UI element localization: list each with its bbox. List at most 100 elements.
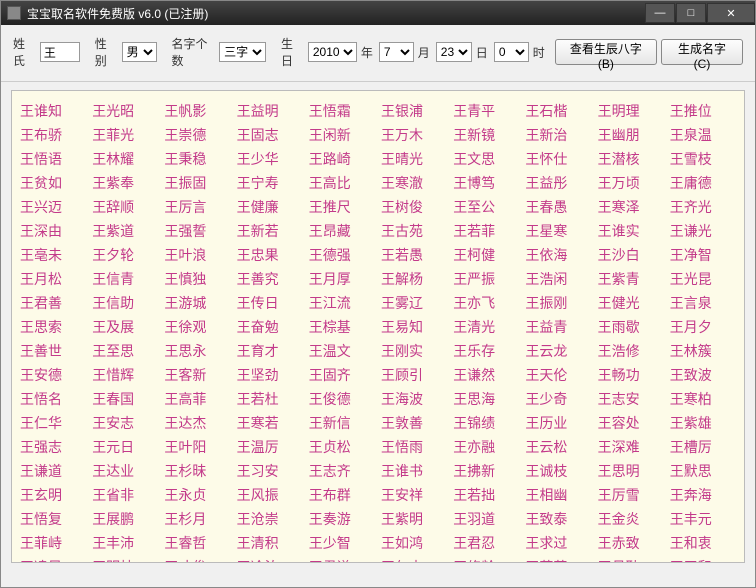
name-item[interactable]: 王高菲 (164, 389, 230, 409)
name-item[interactable]: 王谁书 (381, 461, 447, 481)
name-item[interactable]: 王紫雄 (670, 413, 736, 433)
minimize-button[interactable]: — (645, 3, 675, 23)
name-item[interactable]: 王林耀 (92, 149, 158, 169)
name-item[interactable]: 王推尺 (309, 197, 375, 217)
name-item[interactable]: 王悟复 (20, 509, 86, 529)
name-item[interactable]: 王雾辽 (381, 293, 447, 313)
name-item[interactable]: 王致泰 (525, 509, 591, 529)
name-item[interactable]: 王徐观 (164, 317, 230, 337)
year-select[interactable]: 2010 (308, 42, 357, 62)
name-item[interactable]: 王月夕 (670, 317, 736, 337)
name-item[interactable]: 王雨歇 (598, 317, 664, 337)
name-item[interactable]: 王乐存 (453, 341, 519, 361)
name-item[interactable]: 王达杰 (164, 413, 230, 433)
name-item[interactable]: 王怀仕 (525, 149, 591, 169)
name-item[interactable]: 王君忍 (453, 533, 519, 553)
name-item[interactable]: 王贫如 (20, 173, 86, 193)
name-item[interactable]: 王和衷 (670, 533, 736, 553)
name-item[interactable]: 王才俊 (164, 557, 230, 563)
name-item[interactable]: 王紫奉 (92, 173, 158, 193)
name-item[interactable]: 王安祥 (381, 485, 447, 505)
name-item[interactable]: 王锦绩 (453, 413, 519, 433)
name-item[interactable]: 王致波 (670, 365, 736, 385)
name-item[interactable]: 王悟语 (20, 149, 86, 169)
name-item[interactable]: 王沧崇 (237, 509, 303, 529)
name-item[interactable]: 王杉昧 (164, 461, 230, 481)
name-item[interactable]: 王秉稳 (164, 149, 230, 169)
name-item[interactable]: 王庸德 (670, 173, 736, 193)
name-item[interactable]: 王默思 (670, 461, 736, 481)
name-item[interactable]: 王银浦 (381, 101, 447, 121)
month-select[interactable]: 7 (379, 42, 414, 62)
name-item[interactable]: 王宁寿 (237, 173, 303, 193)
name-item[interactable]: 王夕轮 (92, 245, 158, 265)
name-item[interactable]: 王善世 (20, 341, 86, 361)
name-item[interactable]: 王浩闲 (525, 269, 591, 289)
name-item[interactable]: 王仁杰 (381, 557, 447, 563)
name-item[interactable]: 王春愚 (525, 197, 591, 217)
name-item[interactable]: 王客新 (164, 365, 230, 385)
name-item[interactable]: 王树俊 (381, 197, 447, 217)
name-item[interactable]: 王新治 (525, 125, 591, 145)
name-item[interactable]: 王温文 (309, 341, 375, 361)
name-item[interactable]: 王丰沛 (92, 533, 158, 553)
name-item[interactable]: 王志齐 (309, 461, 375, 481)
name-item[interactable]: 王展鹏 (92, 509, 158, 529)
name-item[interactable]: 王君谦 (309, 557, 375, 563)
name-item[interactable]: 王达业 (92, 461, 158, 481)
maximize-button[interactable]: □ (676, 3, 706, 23)
name-item[interactable]: 王如鸿 (381, 533, 447, 553)
name-item[interactable]: 王历业 (525, 413, 591, 433)
name-item[interactable]: 王至公 (453, 197, 519, 217)
name-item[interactable]: 王安德 (20, 365, 86, 385)
name-item[interactable]: 王易知 (381, 317, 447, 337)
name-item[interactable]: 王固志 (237, 125, 303, 145)
name-item[interactable]: 王赤致 (598, 533, 664, 553)
name-item[interactable]: 王悟名 (20, 389, 86, 409)
name-item[interactable]: 王深由 (20, 221, 86, 241)
name-item[interactable]: 王亦融 (453, 437, 519, 457)
name-item[interactable]: 王奔海 (670, 485, 736, 505)
name-item[interactable]: 王俊德 (309, 389, 375, 409)
name-item[interactable]: 王星寒 (525, 221, 591, 241)
name-item[interactable]: 王清光 (453, 317, 519, 337)
name-item[interactable]: 王习安 (237, 461, 303, 481)
name-item[interactable]: 王德强 (309, 245, 375, 265)
name-item[interactable]: 王棕基 (309, 317, 375, 337)
name-item[interactable]: 王兴迈 (20, 197, 86, 217)
name-item[interactable]: 王修龄 (453, 557, 519, 563)
name-item[interactable]: 王亦飞 (453, 293, 519, 313)
name-item[interactable]: 王及展 (92, 317, 158, 337)
name-item[interactable]: 王浩修 (598, 341, 664, 361)
name-item[interactable]: 王若愚 (381, 245, 447, 265)
name-item[interactable]: 王高比 (309, 173, 375, 193)
name-item[interactable]: 王健光 (598, 293, 664, 313)
name-item[interactable]: 王容处 (598, 413, 664, 433)
day-select[interactable]: 23 (436, 42, 472, 62)
name-item[interactable]: 王新镜 (453, 125, 519, 145)
name-item[interactable]: 王志安 (598, 389, 664, 409)
name-item[interactable]: 王忠果 (237, 245, 303, 265)
name-item[interactable]: 王振固 (164, 173, 230, 193)
name-item[interactable]: 王谦然 (453, 365, 519, 385)
name-item[interactable]: 王明理 (598, 101, 664, 121)
name-item[interactable]: 王辞顺 (92, 197, 158, 217)
name-item[interactable]: 王博笃 (453, 173, 519, 193)
name-item[interactable]: 王春国 (92, 389, 158, 409)
name-item[interactable]: 王丰元 (670, 509, 736, 529)
name-item[interactable]: 王少奇 (525, 389, 591, 409)
name-item[interactable]: 王仁华 (20, 413, 86, 433)
name-item[interactable]: 王悟霜 (309, 101, 375, 121)
name-item[interactable]: 王叶浪 (164, 245, 230, 265)
bazi-button[interactable]: 查看生辰八字(B) (555, 39, 657, 65)
name-item[interactable]: 王寒澈 (381, 173, 447, 193)
name-item[interactable]: 王厉言 (164, 197, 230, 217)
name-item[interactable]: 王谁知 (20, 101, 86, 121)
name-item[interactable]: 王益明 (237, 101, 303, 121)
name-item[interactable]: 王光昆 (670, 269, 736, 289)
name-item[interactable]: 王天和 (670, 557, 736, 563)
name-item[interactable]: 王崇德 (164, 125, 230, 145)
name-item[interactable]: 王凌风 (20, 557, 86, 563)
name-item[interactable]: 王谁实 (598, 221, 664, 241)
name-item[interactable]: 王依海 (525, 245, 591, 265)
